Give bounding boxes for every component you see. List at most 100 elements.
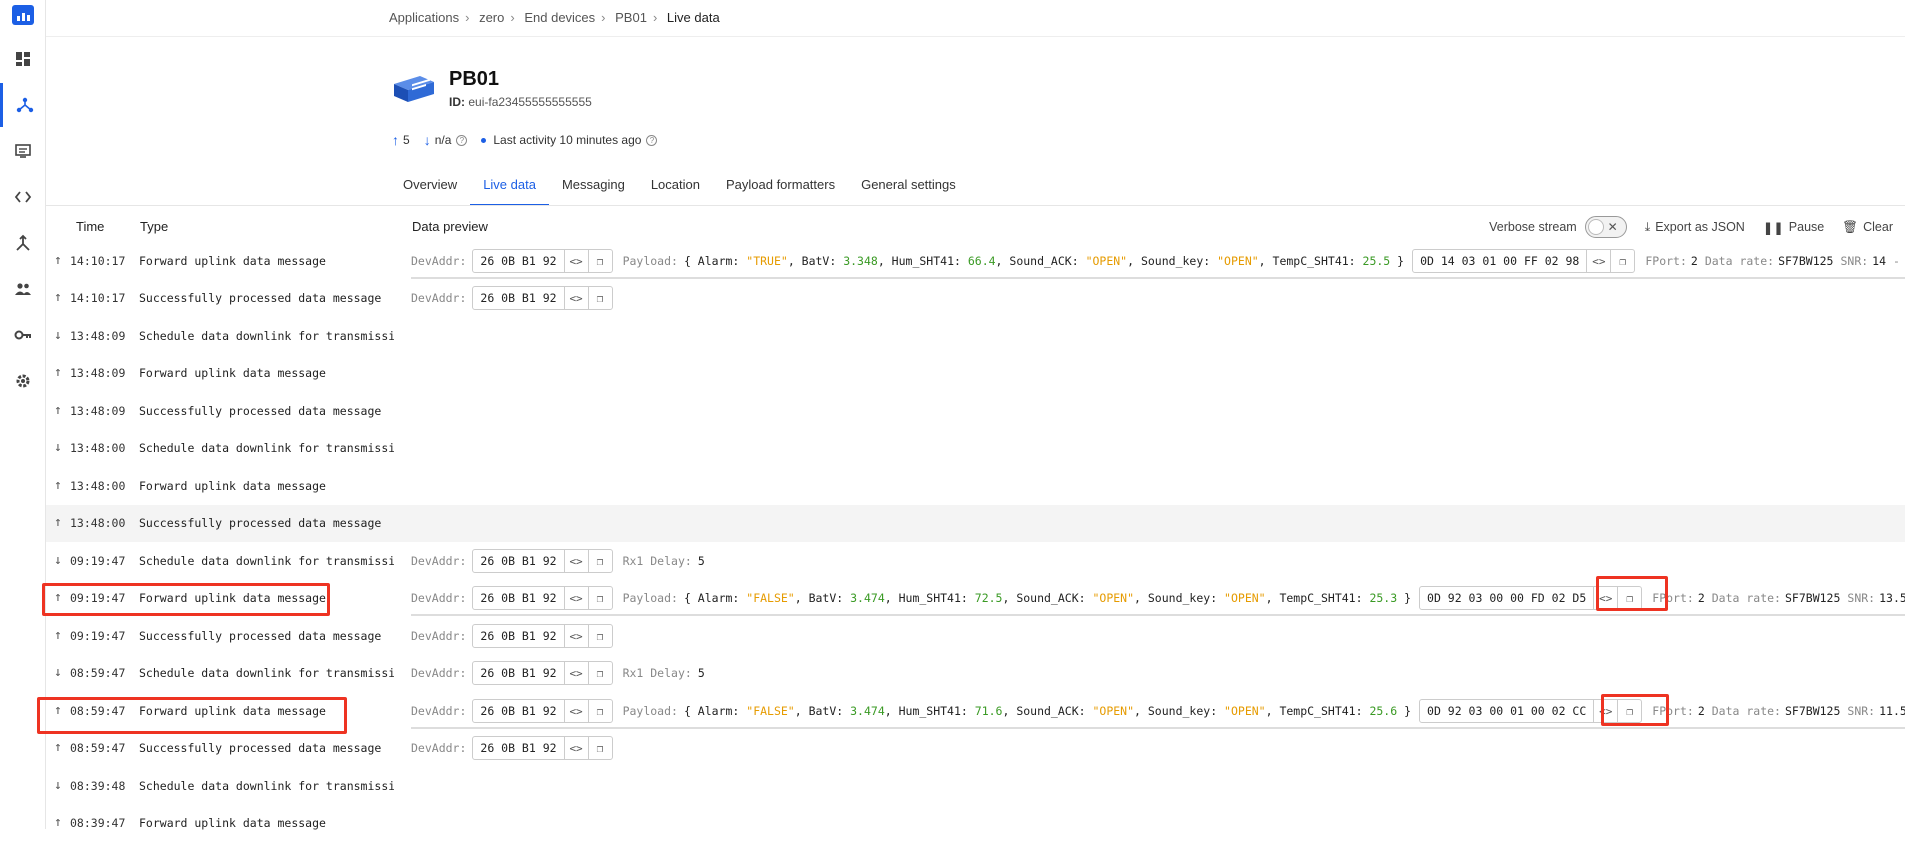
event-row[interactable]: ↓ 09:19:47 Schedule data downlink for tran… — [46, 543, 1905, 580]
gateways-icon[interactable] — [0, 129, 46, 173]
devaddr-label: DevAddr: — [411, 254, 467, 268]
pause-label: Pause — [1788, 220, 1825, 234]
copy-icon[interactable]: ❐ — [587, 662, 612, 684]
event-row[interactable]: ↓ 13:48:00 Schedule data downlink for tran… — [46, 430, 1905, 467]
event-row[interactable]: ↓ 13:48:09 Schedule data downlink for tran… — [46, 318, 1905, 355]
verbose-stream-toggle[interactable]: Verbose stream ✕ — [1489, 216, 1627, 238]
packet-broker-icon[interactable] — [0, 221, 46, 265]
rx1-value: 5 — [697, 554, 705, 568]
tab-live-data[interactable]: Live data — [470, 172, 549, 206]
decoded-payload: { Alarm: "FALSE", BatV: 3.474, Hum_SHT41… — [683, 704, 1412, 718]
event-row[interactable]: ↑ 09:19:47 Successfully processed data mes… — [46, 618, 1905, 655]
datarate-value: SF7BW125 — [1785, 591, 1841, 605]
copy-icon[interactable]: ❐ — [587, 287, 612, 309]
payload-key: "OPEN" — [1224, 591, 1266, 605]
datarate-value: SF7BW125 — [1785, 704, 1841, 718]
help-icon[interactable]: ? — [646, 134, 658, 146]
copy-icon[interactable]: ❐ — [587, 550, 612, 572]
event-time: 08:59:47 — [70, 666, 126, 680]
verbose-stream-label: Verbose stream — [1489, 220, 1577, 234]
payload-batv: 3.474 — [850, 591, 885, 605]
code-toggle-icon[interactable]: <> — [1586, 250, 1610, 272]
device-id: ID: eui-fa23455555555555 — [449, 95, 592, 109]
code-toggle-icon[interactable]: <> — [563, 700, 588, 722]
highlight-box — [37, 697, 347, 734]
settings-icon[interactable] — [0, 359, 46, 403]
copy-icon[interactable]: ❐ — [1610, 250, 1634, 272]
tab-general-settings[interactable]: General settings — [848, 172, 969, 206]
payload-ack: "OPEN" — [1085, 254, 1128, 268]
uplink-arrow-icon: ↑ — [54, 740, 62, 755]
payload-temp: 25.3 — [1369, 591, 1398, 605]
uplink-metadata: FPort:2Data rate:SF7BW125SNR:11.5RSSI — [1652, 704, 1905, 718]
snr-label: SNR: — [1840, 254, 1869, 268]
event-row[interactable]: ↑ 08:39:47 Forward uplink data message — [46, 805, 1905, 842]
device-id-value: eui-fa23455555555555 — [468, 95, 592, 109]
breadcrumb: Applications › zero › End devices › PB01 › L… — [389, 10, 720, 25]
tab-messaging[interactable]: Messaging — [549, 172, 638, 206]
rx1-label: Rx1 Delay: — [622, 666, 692, 680]
decoded-payload: { Alarm: "TRUE", BatV: 3.348, Hum_SHT41:… — [683, 254, 1405, 268]
event-row[interactable]: ↑ 13:48:09 Forward uplink data message — [46, 355, 1905, 392]
export-json-button[interactable]: ⤓ Export as JSON — [1645, 220, 1745, 235]
key-icon[interactable] — [0, 313, 46, 357]
copy-icon[interactable]: ❐ — [587, 625, 612, 647]
copy-icon[interactable]: ❐ — [587, 700, 612, 722]
applications-icon[interactable] — [0, 83, 46, 127]
event-row[interactable]: ↑ 13:48:09 Successfully processed data mes… — [46, 393, 1905, 430]
app-logo-icon[interactable] — [12, 5, 34, 25]
tab-payload-formatters[interactable]: Payload formatters — [713, 172, 848, 206]
event-time: 08:59:47 — [70, 741, 126, 755]
code-toggle-icon[interactable]: <> — [563, 550, 588, 572]
devaddr-box-value: 26 0B B1 92 — [480, 629, 557, 643]
tab-location[interactable]: Location — [638, 172, 713, 206]
help-icon[interactable]: ? — [456, 134, 468, 146]
close-icon: ✕ — [1607, 220, 1618, 234]
event-row[interactable]: ↑ 14:10:17 Successfully processed data mes… — [46, 280, 1905, 317]
breadcrumb-applications[interactable]: Applications — [389, 10, 459, 25]
data-preview: DevAddr: 26 0B B1 92 <> ❐ Rx1 Delay: 5 — [411, 548, 705, 574]
code-icon[interactable] — [0, 175, 46, 219]
dashboard-icon[interactable] — [0, 37, 46, 81]
payload-temp: 25.5 — [1362, 254, 1391, 268]
code-toggle-icon[interactable]: <> — [563, 737, 588, 759]
copy-icon[interactable]: ❐ — [587, 250, 612, 272]
event-type: Forward uplink data message — [139, 254, 326, 268]
code-toggle-icon[interactable]: <> — [563, 250, 588, 272]
copy-icon[interactable]: ❐ — [587, 587, 612, 609]
uplink-arrow-icon: ↑ — [392, 132, 399, 148]
event-time: 13:48:00 — [70, 479, 126, 493]
highlight-box — [42, 583, 330, 616]
event-row[interactable]: ↑ 13:48:00 Forward uplink data message — [46, 468, 1905, 505]
breadcrumb-application[interactable]: zero — [479, 10, 504, 25]
code-toggle-icon[interactable]: <> — [563, 287, 588, 309]
event-time: 09:19:47 — [70, 554, 126, 568]
users-icon[interactable] — [0, 267, 46, 311]
raw-payload-box-value: 0D 92 03 00 00 FD 02 D5 — [1427, 591, 1587, 605]
devaddr-box-value: 26 0B B1 92 — [480, 741, 557, 755]
event-row[interactable]: ↑ 13:48:00 Successfully processed data mes… — [46, 505, 1905, 542]
tab-overview[interactable]: Overview — [390, 172, 470, 206]
pause-button[interactable]: ❚❚ Pause — [1763, 220, 1824, 235]
data-preview: DevAddr: 26 0B B1 92 <> ❐ — [411, 285, 623, 311]
event-row[interactable]: ↓ 08:59:47 Schedule data downlink for tran… — [46, 655, 1905, 692]
event-type: Successfully processed data message — [139, 741, 382, 755]
code-toggle-icon[interactable]: <> — [563, 587, 588, 609]
event-type: Successfully processed data message — [139, 291, 382, 305]
event-row[interactable]: ↓ 08:39:48 Schedule data downlink for tran… — [46, 768, 1905, 805]
clear-button[interactable]: 🗑 Clear — [1842, 220, 1893, 235]
copy-icon[interactable]: ❐ — [587, 737, 612, 759]
event-time: 13:48:00 — [70, 441, 126, 455]
payload-alarm: "FALSE" — [746, 591, 795, 605]
device-id-label: ID: — [449, 95, 465, 109]
downlink-arrow-icon: ↓ — [54, 440, 62, 455]
event-type: Forward uplink data message — [139, 479, 326, 493]
breadcrumb-end-devices[interactable]: End devices — [524, 10, 595, 25]
devaddr-label: DevAddr: — [411, 291, 467, 305]
devaddr-box: 26 0B B1 92 <> ❐ — [472, 286, 613, 310]
code-toggle-icon[interactable]: <> — [563, 625, 588, 647]
event-row[interactable]: ↑ 14:10:17 Forward uplink data message DevA… — [46, 243, 1905, 280]
code-toggle-icon[interactable]: <> — [563, 662, 588, 684]
event-row[interactable]: ↑ 08:59:47 Successfully processed data mes… — [46, 730, 1905, 767]
breadcrumb-device[interactable]: PB01 — [615, 10, 647, 25]
